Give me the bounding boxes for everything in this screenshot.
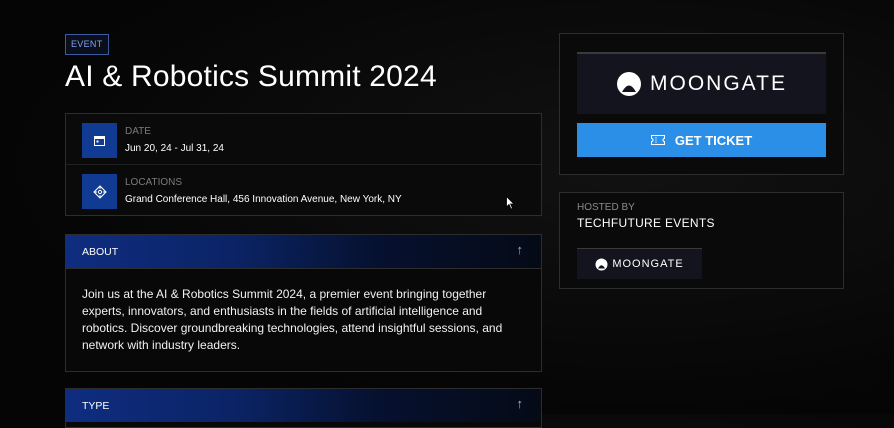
about-title: ABOUT [82,246,119,258]
type-section: TYPE ↑ [65,388,542,428]
ticket-card: MOONGATE GET TICKET [559,33,844,175]
date-label: DATE [125,126,151,137]
date-value: Jun 20, 24 - Jul 31, 24 [125,143,224,154]
host-logo[interactable]: MOONGATE [577,248,702,279]
event-info-box: DATE Jun 20, 24 - Jul 31, 24 LOCATIONS G… [65,113,542,216]
about-text: Join us at the AI & Robotics Summit 2024… [66,268,541,371]
arrow-up-icon[interactable]: ↑ [517,396,524,411]
mouse-cursor-icon [506,196,515,210]
about-header[interactable]: ABOUT ↑ [66,235,541,268]
location-label: LOCATIONS [125,177,183,188]
location-value: Grand Conference Hall, 456 Innovation Av… [125,194,402,205]
host-card: HOSTED BY TECHFUTURE EVENTS MOONGATE [559,192,844,289]
location-crosshair-icon [82,174,117,209]
event-tag: EVENT [65,34,109,55]
about-section: ABOUT ↑ Join us at the AI & Robotics Sum… [65,234,542,372]
moon-logo-icon [595,258,608,270]
host-name[interactable]: TECHFUTURE EVENTS [577,216,715,230]
arrow-up-icon[interactable]: ↑ [517,242,524,257]
type-title: TYPE [82,400,110,412]
type-header[interactable]: TYPE ↑ [66,389,541,422]
ticket-icon [650,135,665,145]
get-ticket-label: GET TICKET [674,132,753,148]
host-logo-text: MOONGATE [612,258,684,270]
event-logo-banner: MOONGATE [577,52,826,114]
page-title: AI & Robotics Summit 2024 [65,60,437,93]
hosted-by-label: HOSTED BY [577,202,635,213]
moon-logo-icon [617,72,642,96]
calendar-icon [82,123,117,158]
get-ticket-button[interactable]: GET TICKET [577,123,826,157]
logo-text: MOONGATE [650,72,787,95]
info-divider [66,164,541,165]
